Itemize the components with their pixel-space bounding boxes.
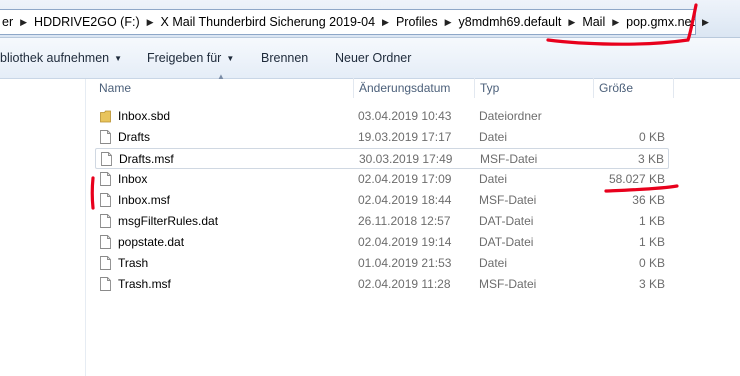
file-icon: [100, 172, 111, 186]
share-with-label: Freigeben für: [147, 51, 222, 65]
file-icon: [100, 193, 111, 207]
sort-ascending-icon: ▲: [217, 72, 225, 81]
file-type: Datei: [479, 172, 508, 186]
file-modified-date: 03.04.2019 10:43: [358, 109, 452, 123]
file-type: MSF-Datei: [480, 152, 538, 166]
file-name: msgFilterRules.dat: [118, 214, 219, 228]
file-icon: [100, 130, 111, 144]
column-header-type[interactable]: Typ: [480, 77, 499, 99]
chevron-right-icon[interactable]: ▶: [18, 17, 29, 28]
chevron-right-icon[interactable]: ▶: [145, 17, 156, 28]
file-icon: [100, 277, 111, 291]
file-size: 1 KB: [638, 214, 665, 228]
file-name: Inbox.msf: [118, 193, 171, 207]
breadcrumb-item[interactable]: er: [0, 15, 18, 29]
file-size: 3 KB: [638, 277, 665, 291]
file-modified-date: 02.04.2019 11:28: [358, 277, 451, 291]
file-type: DAT-Datei: [479, 235, 534, 249]
new-folder-button[interactable]: Neuer Ordner: [335, 51, 411, 65]
file-name: Drafts: [118, 130, 151, 144]
file-row[interactable]: msgFilterRules.dat 26.11.2018 12:57 DAT-Da…: [95, 211, 669, 232]
file-row[interactable]: Drafts 19.03.2019 17:17 Datei 0 KB: [95, 127, 669, 148]
breadcrumb[interactable]: er ▶ HDDRIVE2GO (F:) ▶ X Mail Thunderbir…: [0, 9, 709, 35]
burn-button[interactable]: Brennen: [261, 51, 308, 65]
chevron-right-icon[interactable]: ▶: [380, 17, 391, 28]
file-modified-date: 19.03.2019 17:17: [358, 130, 452, 144]
breadcrumb-item[interactable]: HDDRIVE2GO (F:): [29, 15, 145, 29]
file-icon: [100, 256, 111, 270]
dropdown-arrow-icon: ▼: [114, 54, 123, 63]
breadcrumb-item[interactable]: y8mdmh69.default: [454, 15, 567, 29]
file-type: MSF-Datei: [479, 193, 537, 207]
folder-icon: [100, 110, 111, 123]
column-header-name[interactable]: Name: [99, 77, 131, 99]
file-size: 58.027 KB: [608, 172, 665, 186]
file-row[interactable]: Inbox.msf 02.04.2019 18:44 MSF-Datei 36 KB: [95, 190, 669, 211]
share-with-button[interactable]: Freigeben für ▼: [147, 51, 234, 65]
file-name: Inbox.sbd: [118, 109, 171, 123]
file-size: 36 KB: [632, 193, 665, 207]
file-row[interactable]: Trash.msf 02.04.2019 11:28 MSF-Datei 3 KB: [95, 274, 669, 295]
file-size: 0 KB: [638, 256, 665, 270]
file-type: Datei: [479, 130, 508, 144]
file-modified-date: 01.04.2019 21:53: [358, 256, 452, 270]
file-type: Datei: [479, 256, 508, 270]
column-header-date[interactable]: Änderungsdatum: [359, 77, 450, 99]
file-name: Inbox: [118, 172, 148, 186]
file-icon: [101, 152, 112, 166]
chevron-right-icon[interactable]: ▶: [700, 17, 711, 28]
file-modified-date: 26.11.2018 12:57: [358, 214, 451, 228]
file-size: 1 KB: [638, 235, 665, 249]
file-name: Drafts.msf: [119, 152, 174, 166]
breadcrumb-item[interactable]: Profiles: [391, 15, 443, 29]
file-row[interactable]: Inbox.sbd 03.04.2019 10:43 Dateiordner: [95, 106, 669, 127]
file-modified-date: 02.04.2019 17:09: [358, 172, 452, 186]
address-bar: er ▶ HDDRIVE2GO (F:) ▶ X Mail Thunderbir…: [0, 0, 740, 38]
file-name: popstate.dat: [118, 235, 185, 249]
chevron-right-icon[interactable]: ▶: [566, 17, 577, 28]
column-header-size[interactable]: Größe: [599, 77, 633, 99]
navigation-pane[interactable]: [0, 79, 86, 376]
chevron-right-icon[interactable]: ▶: [443, 17, 454, 28]
file-row[interactable]: Inbox 02.04.2019 17:09 Datei 58.027 KB: [95, 169, 669, 190]
file-type: Dateiordner: [479, 109, 542, 123]
file-row[interactable]: Trash 01.04.2019 21:53 Datei 0 KB: [95, 253, 669, 274]
breadcrumb-item[interactable]: Mail: [577, 15, 610, 29]
column-divider[interactable]: [353, 78, 354, 98]
dropdown-arrow-icon: ▼: [226, 54, 235, 63]
command-toolbar: bliothek aufnehmen ▼ Freigeben für ▼ Brenn…: [0, 38, 740, 79]
file-modified-date: 02.04.2019 19:14: [358, 235, 452, 249]
file-row[interactable]: Drafts.msf 30.03.2019 17:49 MSF-Datei 3 KB: [95, 148, 669, 169]
file-icon: [100, 235, 111, 249]
file-name: Trash: [118, 256, 149, 270]
column-divider[interactable]: [474, 78, 475, 98]
chevron-right-icon[interactable]: ▶: [610, 17, 621, 28]
file-modified-date: 02.04.2019 18:44: [358, 193, 452, 207]
column-divider[interactable]: [673, 78, 674, 98]
breadcrumb-item-current[interactable]: pop.gmx.net: [621, 15, 700, 29]
file-icon: [100, 214, 111, 228]
column-divider[interactable]: [593, 78, 594, 98]
include-in-library-label: bliothek aufnehmen: [0, 51, 110, 65]
include-in-library-button[interactable]: bliothek aufnehmen ▼: [0, 51, 122, 65]
file-name: Trash.msf: [118, 277, 171, 291]
file-type: DAT-Datei: [479, 214, 534, 228]
breadcrumb-item[interactable]: X Mail Thunderbird Sicherung 2019-04: [156, 15, 380, 29]
file-modified-date: 30.03.2019 17:49: [359, 152, 453, 166]
file-row[interactable]: popstate.dat 02.04.2019 19:14 DAT-Datei 1 K…: [95, 232, 669, 253]
file-size: 3 KB: [637, 152, 664, 166]
file-size: 0 KB: [638, 130, 665, 144]
file-type: MSF-Datei: [479, 277, 537, 291]
